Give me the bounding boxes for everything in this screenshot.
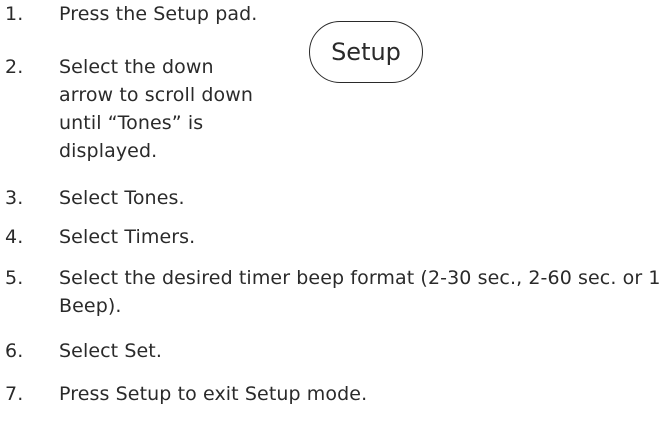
step-number: 6. xyxy=(5,340,24,362)
step-text: Press the Setup pad. xyxy=(59,3,258,25)
step-text: Select Set. xyxy=(59,340,162,362)
step-number: 1. xyxy=(5,3,24,25)
step-text: Press Setup to exit Setup mode. xyxy=(59,383,368,405)
step-number: 7. xyxy=(5,383,24,405)
step-number: 3. xyxy=(5,187,24,209)
step-text: Select Tones. xyxy=(59,187,185,209)
step-text: Select the down arrow to scroll down unt… xyxy=(59,56,254,162)
step-number: 5. xyxy=(5,267,24,289)
step-number: 2. xyxy=(5,56,24,78)
step-number: 4. xyxy=(5,226,24,248)
step-text: Select the desired timer beep format (2-… xyxy=(59,267,661,317)
setup-pad-button: Setup xyxy=(309,21,423,83)
step-text: Select Timers. xyxy=(59,226,196,248)
